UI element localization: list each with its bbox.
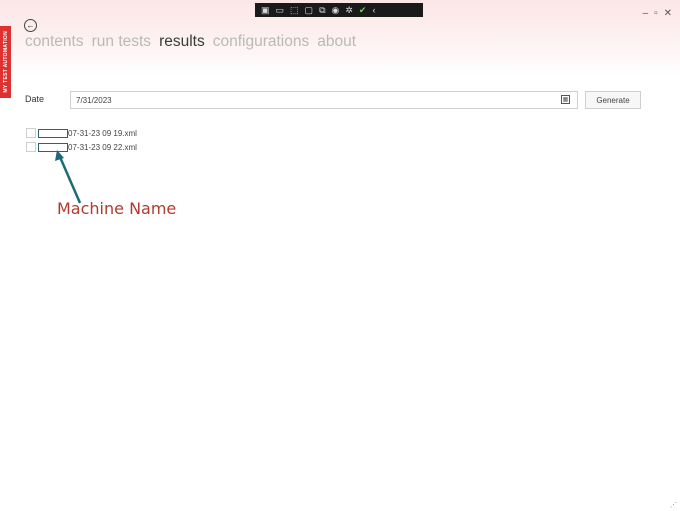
annotation-arrow-shaft (58, 156, 82, 204)
annotation-label: Machine Name (57, 199, 177, 218)
resize-grip-icon[interactable]: ⋰ (670, 501, 677, 509)
annotation-arrow-head (55, 150, 64, 161)
app-window: MY TEST AUTOMATION ▣ ▭ ⬚ ▢ ⧉ ◉ ✲ ✔ ‹ – ▫… (0, 0, 680, 511)
annotation-arrow (55, 150, 82, 204)
